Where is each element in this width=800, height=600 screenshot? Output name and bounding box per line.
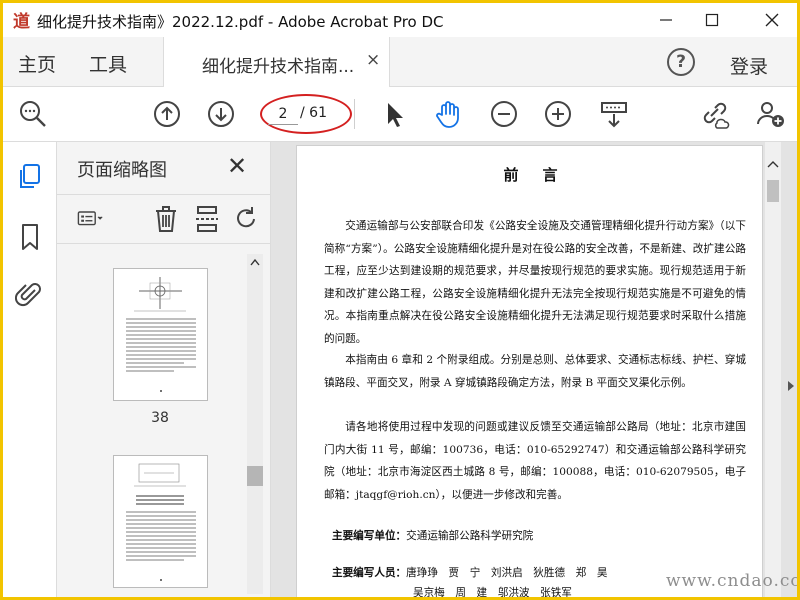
editor-unit-value: 交通运输部公路科学研究院 — [406, 530, 534, 542]
panel-toolbar — [57, 194, 271, 244]
page-thumbnail[interactable] — [113, 455, 208, 588]
tab-document-close-button[interactable]: × — [366, 50, 380, 70]
expand-right-panel-handle-icon[interactable] — [785, 379, 797, 393]
watermark: www.cndao.com — [666, 571, 797, 591]
editors-label: 主要编写人员： — [332, 567, 407, 579]
extract-pages-icon[interactable] — [193, 205, 221, 233]
page-navigator: 2 / 61 — [260, 94, 352, 134]
acrobat-window: 道 细化提升技术指南》2022.12.pdf - Adobe Acrobat P… — [3, 3, 797, 597]
toolbar-divider — [354, 99, 355, 129]
document-scrollbar-thumb[interactable] — [767, 180, 779, 202]
scroll-up-arrow-icon[interactable] — [250, 258, 260, 266]
editors-line-1: 主要编写人员：唐琤琤 贾 宁 刘洪启 狄胜德 郑 昊 — [332, 565, 607, 580]
document-heading: 前言 — [503, 166, 582, 184]
hand-tool-icon[interactable] — [433, 99, 463, 129]
tab-document-label: 细化提升技术指南... — [202, 57, 355, 77]
zoom-out-icon[interactable] — [489, 99, 519, 129]
attachments-icon[interactable] — [15, 279, 45, 309]
rotate-icon[interactable] — [232, 205, 260, 233]
thumbnail-page-number: 38 — [151, 410, 169, 426]
paragraph-2: 本指南由 6 章和 2 个附录组成。分别是总则、总体要求、交通标志标线、护栏、穿… — [324, 354, 746, 389]
minimize-icon — [660, 19, 672, 21]
close-window-button[interactable] — [749, 3, 795, 37]
bookmarks-icon[interactable] — [15, 222, 45, 252]
scroll-mode-icon[interactable] — [599, 99, 629, 129]
close-icon — [765, 13, 779, 27]
maximize-icon — [705, 13, 719, 27]
title-bar: 道 细化提升技术指南》2022.12.pdf - Adobe Acrobat P… — [3, 3, 797, 37]
total-pages: / 61 — [300, 105, 327, 121]
editor-unit-label: 主要编写单位： — [332, 530, 407, 542]
editors-line-2: 吴京梅 周 建 邬洪波 张铁军 — [413, 587, 572, 597]
tab-home[interactable]: 主页 — [18, 50, 56, 77]
thumbnail-scrollbar-thumb[interactable] — [247, 466, 263, 486]
toolbar: 2 / 61 — [3, 87, 797, 142]
thumbnail-scrollbar[interactable] — [247, 254, 263, 594]
help-button[interactable]: ? — [667, 48, 695, 76]
pdf-page: 前言 交通运输部与公安部联合印发《公路安全设施及交通管理精细化提升行动方案》（以… — [296, 145, 763, 597]
window-title: 细化提升技术指南》2022.12.pdf - Adobe Acrobat Pro… — [37, 13, 444, 31]
left-navigation-rail — [3, 142, 57, 597]
select-cursor-icon[interactable] — [380, 99, 410, 129]
maximize-button[interactable] — [689, 3, 735, 37]
page-thumbnails-icon[interactable] — [15, 162, 45, 192]
page-thumbnail[interactable] — [113, 268, 208, 401]
scroll-up-arrow-icon[interactable] — [767, 160, 779, 168]
paragraph-1: 交通运输部与公安部联合印发《公路安全设施及交通管理精细化提升行动方案》（以下简称… — [324, 220, 746, 345]
thumbnail-preview-image — [126, 463, 196, 581]
page-thumbnails-panel: 页面缩略图 ✕ 38 — [57, 142, 271, 597]
previous-page-icon[interactable] — [152, 99, 182, 129]
tab-document[interactable]: 细化提升技术指南... × — [163, 37, 390, 87]
trash-icon[interactable] — [152, 205, 180, 233]
add-user-icon[interactable] — [755, 99, 785, 129]
search-zoom-icon[interactable] — [18, 99, 48, 129]
svg-text:道: 道 — [13, 11, 30, 31]
app-logo-icon: 道 — [11, 9, 37, 32]
login-button[interactable]: 登录 — [730, 52, 768, 79]
minimize-button[interactable] — [643, 3, 689, 37]
thumbnail-preview-image — [126, 277, 196, 392]
share-link-icon[interactable] — [700, 99, 730, 129]
tab-bar: 主页 工具 细化提升技术指南... × ? 登录 — [3, 37, 797, 87]
editors-names-1: 唐琤琤 贾 宁 刘洪启 狄胜德 郑 昊 — [406, 567, 608, 579]
document-scrollbar[interactable] — [765, 142, 781, 597]
editor-unit-line: 主要编写单位：交通运输部公路科学研究院 — [332, 528, 533, 543]
panel-title: 页面缩略图 — [77, 160, 167, 181]
document-viewer: 前言 交通运输部与公安部联合印发《公路安全设施及交通管理精细化提升行动方案》（以… — [271, 142, 797, 597]
next-page-icon[interactable] — [206, 99, 236, 129]
panel-close-button[interactable]: ✕ — [227, 152, 247, 180]
zoom-in-icon[interactable] — [543, 99, 573, 129]
tab-tools[interactable]: 工具 — [89, 50, 127, 77]
paragraph-3: 请各地将使用过程中发现的问题或建议反馈至交通运输部公路局（地址：北京市建国门内大… — [324, 421, 746, 501]
thumbnail-options-icon[interactable] — [77, 205, 105, 233]
current-page-input[interactable]: 2 — [268, 103, 298, 125]
